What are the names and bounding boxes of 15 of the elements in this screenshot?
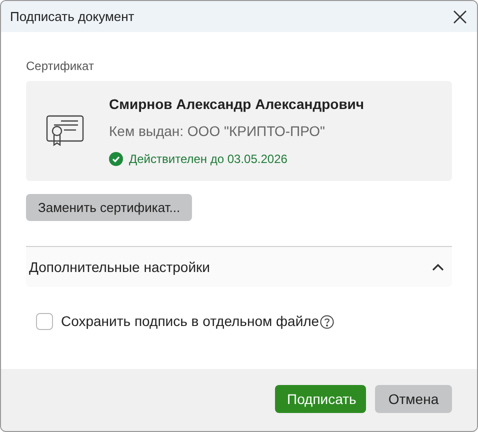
replace-certificate-button[interactable]: Заменить сертификат... <box>26 194 192 221</box>
window-title: Подписать документ <box>10 8 134 26</box>
close-button[interactable] <box>451 8 469 26</box>
chevron-up-icon <box>432 263 444 271</box>
certificate-issuer: Кем выдан: ООО "КРИПТО-ПРО" <box>109 122 326 141</box>
accordion-header[interactable]: Дополнительные настройки <box>26 247 452 287</box>
checkbox[interactable] <box>36 313 53 330</box>
certificate-owner: Смирнов Александр Александрович <box>109 95 364 114</box>
validity-status: Действителен до 03.05.2026 <box>129 151 288 168</box>
section-label: Сертификат <box>26 58 95 75</box>
cancel-button[interactable]: Отмена <box>375 385 452 413</box>
checkbox-label: Сохранить подпись в отдельном файле <box>61 312 320 331</box>
certificate-icon <box>46 115 84 147</box>
help-icon[interactable] <box>320 314 334 328</box>
sign-button[interactable]: Подписать <box>275 385 366 413</box>
